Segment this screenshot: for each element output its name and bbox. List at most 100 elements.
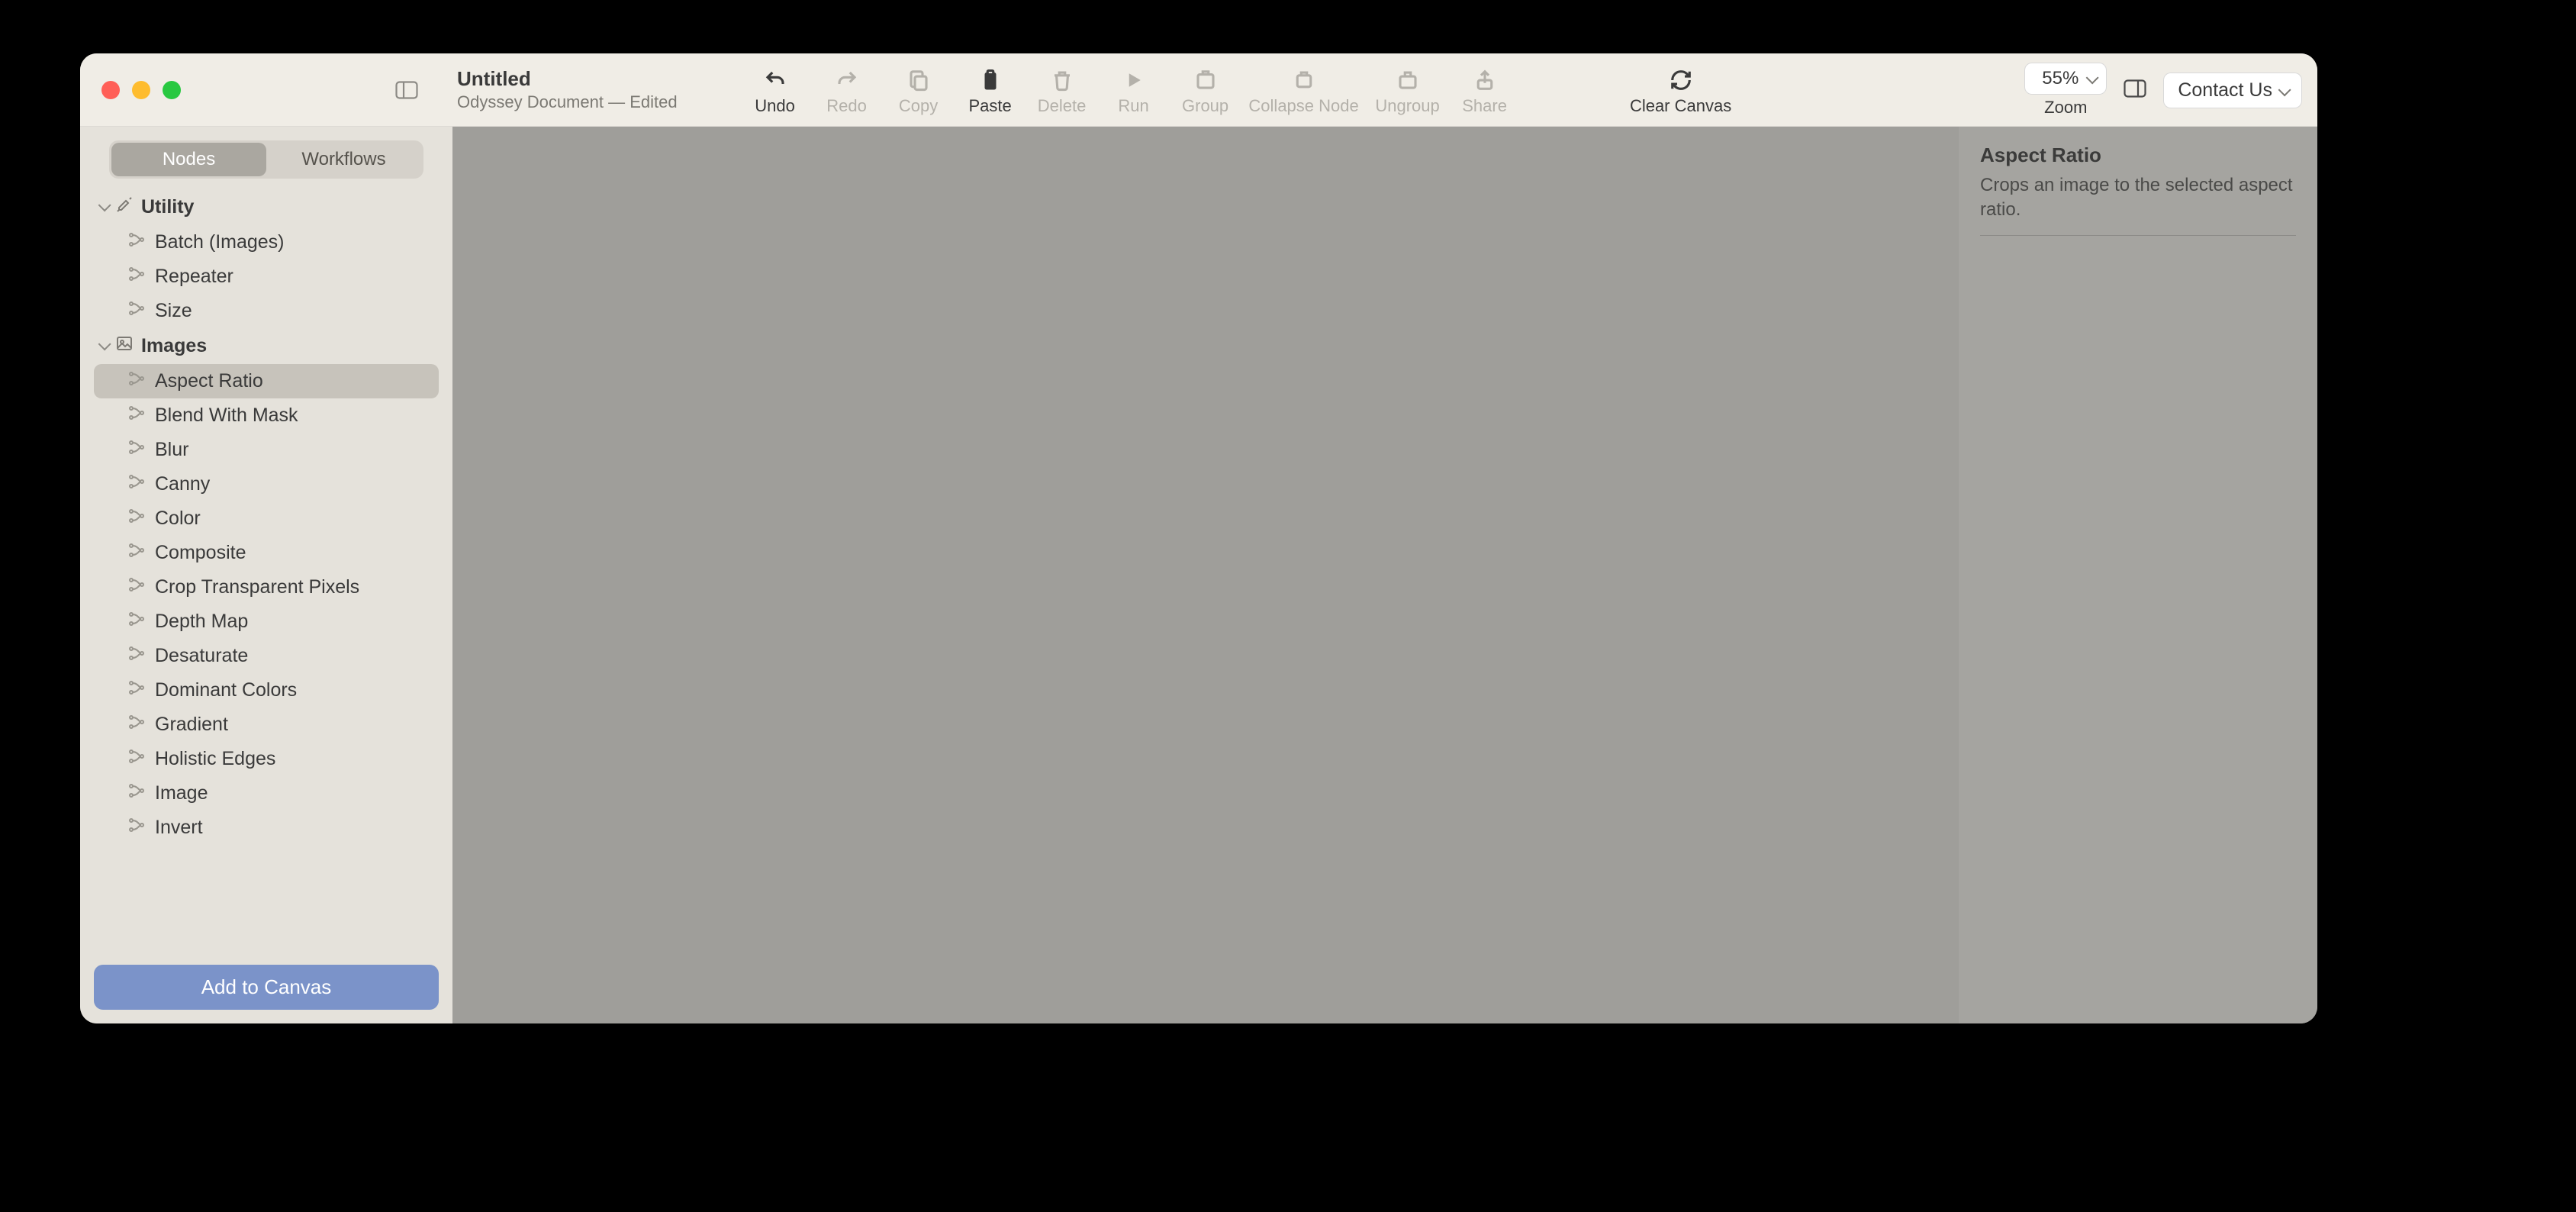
tree-item-label: Aspect Ratio [155, 370, 263, 392]
node-icon [127, 370, 146, 392]
tree-item-label: Image [155, 782, 208, 804]
undo-icon [764, 67, 787, 93]
tree-item-repeater[interactable]: Repeater [94, 259, 439, 294]
node-icon [127, 611, 146, 633]
image-icon [115, 334, 134, 358]
paste-icon [979, 67, 1002, 93]
tree-item-image[interactable]: Image [94, 776, 439, 811]
share-icon [1473, 67, 1496, 93]
app-window: Untitled Odyssey Document — Edited Undo … [80, 53, 2317, 1023]
segment-workflows[interactable]: Workflows [266, 143, 421, 176]
inspector-panel: Aspect Ratio Crops an image to the selec… [1959, 127, 2317, 1023]
document-subtitle: Odyssey Document — Edited [457, 92, 678, 112]
document-title-block: Untitled Odyssey Document — Edited [457, 67, 678, 112]
delete-button[interactable]: Delete [1033, 64, 1091, 116]
trash-icon [1051, 67, 1074, 93]
tree-item-dominant-colors[interactable]: Dominant Colors [94, 673, 439, 708]
tree-group-images[interactable]: Images [94, 328, 439, 364]
share-button[interactable]: Share [1456, 64, 1514, 116]
undo-button[interactable]: Undo [746, 64, 804, 116]
group-button[interactable]: Group [1177, 64, 1235, 116]
share-label: Share [1462, 96, 1507, 116]
window-minimize-button[interactable] [132, 81, 150, 99]
tree-item-size[interactable]: Size [94, 294, 439, 328]
tree-item-holistic-edges[interactable]: Holistic Edges [94, 742, 439, 776]
segment-nodes-label: Nodes [163, 149, 215, 169]
group-icon [1194, 67, 1217, 93]
tree-item-label: Invert [155, 817, 203, 839]
segment-nodes[interactable]: Nodes [111, 143, 266, 176]
canvas[interactable] [452, 127, 1959, 1023]
undo-label: Undo [755, 96, 795, 116]
sidebar-segmented-control[interactable]: Nodes Workflows [109, 140, 423, 179]
zoom-value: 55% [2042, 68, 2079, 89]
tree-item-label: Crop Transparent Pixels [155, 576, 359, 598]
node-icon [127, 782, 146, 804]
redo-label: Redo [826, 96, 867, 116]
tree-item-gradient[interactable]: Gradient [94, 708, 439, 742]
collapse-node-button[interactable]: Collapse Node [1248, 64, 1360, 116]
node-icon [127, 266, 146, 288]
tree-item-label: Repeater [155, 266, 233, 288]
body: Nodes Workflows Utility [80, 127, 2317, 1023]
tree-item-crop-transparent-pixels[interactable]: Crop Transparent Pixels [94, 570, 439, 604]
node-icon [127, 748, 146, 770]
sidebar-toggle-button[interactable] [394, 78, 419, 102]
tree-item-invert[interactable]: Invert [94, 811, 439, 845]
paste-button[interactable]: Paste [961, 64, 1019, 116]
node-tree: Utility Batch (Images) Repeater Size [94, 189, 439, 845]
run-button[interactable]: Run [1105, 64, 1163, 116]
chevron-down-icon [98, 338, 108, 354]
tree-item-blend-with-mask[interactable]: Blend With Mask [94, 398, 439, 433]
contact-us-label: Contact Us [2178, 79, 2272, 102]
collapse-node-label: Collapse Node [1248, 96, 1358, 116]
tree-item-label: Size [155, 300, 192, 322]
inspector-title: Aspect Ratio [1980, 143, 2296, 167]
add-to-canvas-label: Add to Canvas [201, 975, 332, 998]
ungroup-icon [1396, 67, 1419, 93]
sidebar-icon [395, 81, 418, 99]
titlebar: Untitled Odyssey Document — Edited Undo … [80, 53, 2317, 127]
tree-item-label: Desaturate [155, 645, 248, 667]
redo-button[interactable]: Redo [818, 64, 876, 116]
ungroup-label: Ungroup [1375, 96, 1439, 116]
tree-group-label: Utility [141, 196, 194, 218]
window-fullscreen-button[interactable] [163, 81, 181, 99]
node-icon [127, 542, 146, 564]
tree-item-depth-map[interactable]: Depth Map [94, 604, 439, 639]
tree-item-label: Composite [155, 542, 246, 564]
tree-group-utility[interactable]: Utility [94, 189, 439, 225]
zoom-select[interactable]: 55% [2024, 63, 2107, 95]
add-to-canvas-button[interactable]: Add to Canvas [94, 965, 439, 1010]
window-close-button[interactable] [101, 81, 120, 99]
document-title: Untitled [457, 67, 678, 91]
tree-item-blur[interactable]: Blur [94, 433, 439, 467]
toolbar-center: Undo Redo Copy Paste [746, 64, 1808, 116]
tree-item-aspect-ratio[interactable]: Aspect Ratio [94, 364, 439, 398]
tree-item-label: Blur [155, 439, 188, 461]
play-icon [1122, 67, 1145, 93]
contact-us-button[interactable]: Contact Us [2163, 73, 2302, 108]
tree-item-desaturate[interactable]: Desaturate [94, 639, 439, 673]
tree-item-label: Batch (Images) [155, 231, 285, 253]
tree-item-color[interactable]: Color [94, 501, 439, 536]
paste-label: Paste [968, 96, 1011, 116]
copy-button[interactable]: Copy [890, 64, 948, 116]
node-icon [127, 231, 146, 253]
tools-icon [115, 195, 134, 219]
toolbar-right: 55% Zoom Contact Us [2024, 53, 2302, 127]
inspector-toggle-button[interactable] [2124, 79, 2146, 102]
copy-icon [907, 67, 930, 93]
redo-icon [836, 67, 858, 93]
refresh-icon [1670, 67, 1692, 93]
tree-item-label: Canny [155, 473, 210, 495]
collapse-node-icon [1293, 67, 1315, 93]
ungroup-button[interactable]: Ungroup [1373, 64, 1442, 116]
tree-item-canny[interactable]: Canny [94, 467, 439, 501]
tree-item-composite[interactable]: Composite [94, 536, 439, 570]
clear-canvas-button[interactable]: Clear Canvas [1625, 64, 1737, 116]
tree-item-label: Gradient [155, 714, 228, 736]
copy-label: Copy [899, 96, 938, 116]
node-icon [127, 645, 146, 667]
tree-item-batch-images[interactable]: Batch (Images) [94, 225, 439, 259]
